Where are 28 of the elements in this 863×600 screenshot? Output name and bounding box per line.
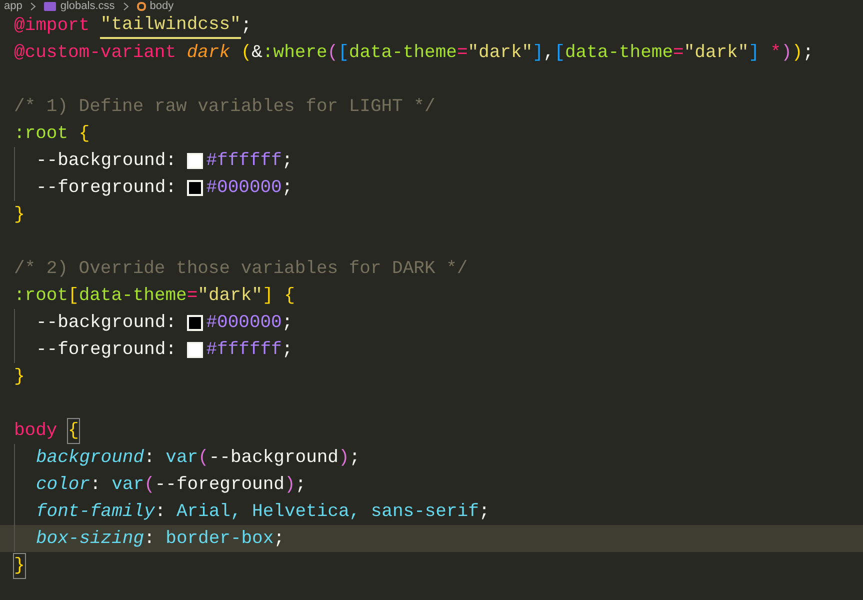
code-line: --foreground: #000000; <box>14 174 293 201</box>
color-swatch-icon[interactable] <box>187 314 204 330</box>
code-line: /* 1) Define raw variables for LIGHT */ <box>14 96 436 118</box>
code-line: @custom-variant dark (&:where([data-theme="dark"],[data-theme="dark"] *)); <box>14 42 814 64</box>
color-swatch-icon[interactable] <box>187 342 204 358</box>
code-line: background: var(--background); <box>14 444 360 471</box>
code-line: :root { <box>14 122 90 146</box>
code-line: @import "tailwindcss"; <box>14 12 252 39</box>
code-line: box-sizing: border-box; <box>14 525 284 552</box>
chevron-right-icon <box>30 2 36 10</box>
breadcrumb-item[interactable]: body <box>150 0 174 12</box>
css-file-icon <box>44 2 56 10</box>
code-line: } <box>14 366 25 388</box>
breadcrumb-item[interactable]: app <box>4 0 22 12</box>
code-line: --background: #ffffff; <box>14 147 293 174</box>
chevron-right-icon <box>122 2 129 10</box>
code-line: /* 2) Override those variables for DARK */ <box>14 258 468 280</box>
code-line: } <box>14 552 25 579</box>
code-line: body { <box>14 417 79 444</box>
code-line: --background: #000000; <box>14 309 293 336</box>
color-swatch-icon[interactable] <box>187 180 204 196</box>
code-line: :root[data-theme="dark"] { <box>14 284 295 308</box>
code-line: color: var(--foreground); <box>14 471 306 498</box>
symbol-icon <box>136 2 146 10</box>
code-line: } <box>14 204 25 226</box>
breadcrumb-item[interactable]: globals.css <box>60 0 115 12</box>
code-line: --foreground: #ffffff; <box>14 336 293 363</box>
color-swatch-icon[interactable] <box>187 152 204 168</box>
